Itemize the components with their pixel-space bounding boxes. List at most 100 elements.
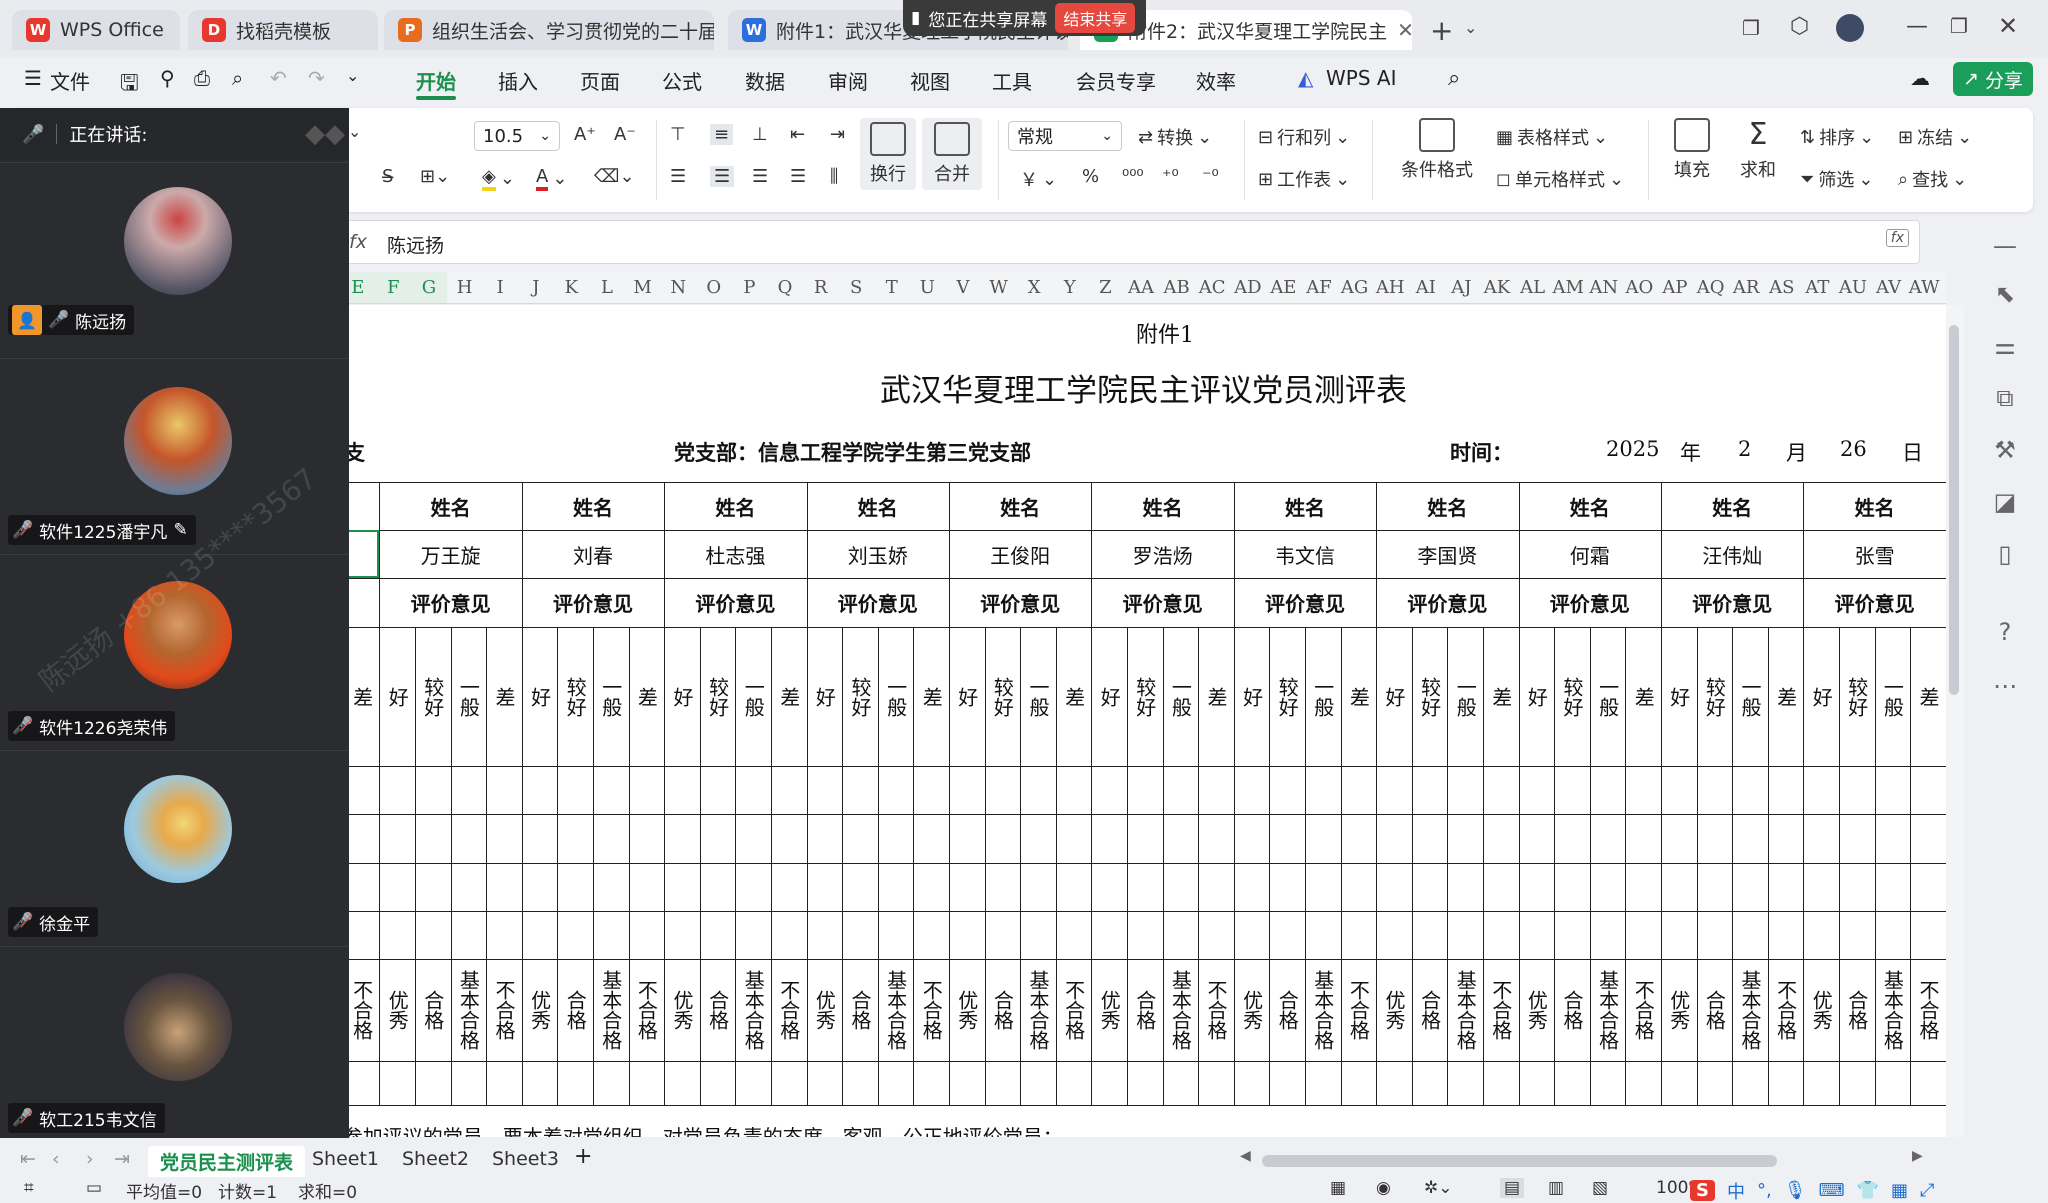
font-color-icon[interactable]: A ⌄ [536, 166, 567, 191]
collapse-icon[interactable]: — [1988, 232, 2022, 266]
column-header[interactable]: T [874, 272, 910, 303]
minimize-icon[interactable]: — [1906, 14, 1928, 39]
expand-icon[interactable]: ⤢ [1920, 1180, 1934, 1201]
menu-insert[interactable]: 插入 [498, 66, 538, 95]
wrap-text-button[interactable]: 换行 [860, 118, 916, 190]
grid-tools-icon[interactable]: ▦ [1891, 1180, 1908, 1201]
decrease-decimal-icon[interactable]: ⁻⁰ [1202, 166, 1219, 187]
sort-button[interactable]: ⇅ 排序 ⌄ [1800, 124, 1874, 150]
undo-icon[interactable]: ↶ [270, 66, 287, 90]
chart-icon[interactable]: ◪ [1988, 488, 2022, 522]
print-icon[interactable]: ⎙ [194, 66, 210, 90]
align-left-icon[interactable]: ☰ [670, 166, 686, 187]
name-cell[interactable]: 刘春 [522, 530, 664, 578]
column-header[interactable]: AA [1123, 272, 1159, 303]
find-button[interactable]: ⌕ 查找 ⌄ [1898, 166, 1967, 192]
cloud-upload-icon[interactable]: ☁ [1910, 66, 1930, 90]
column-header[interactable]: X [1016, 272, 1052, 303]
expand-formula-icon[interactable]: fx [1885, 229, 1909, 247]
column-header[interactable]: G [411, 272, 447, 303]
column-header[interactable]: AG [1337, 272, 1373, 303]
vertical-scroll-thumb[interactable] [1949, 325, 1959, 695]
column-header[interactable]: AB [1159, 272, 1195, 303]
column-header[interactable]: U [910, 272, 946, 303]
column-header[interactable]: AM [1550, 272, 1586, 303]
name-cell[interactable]: 张雪 [1803, 530, 1945, 578]
keyboard-icon[interactable]: ⌨ [1819, 1180, 1845, 1201]
participant-tile[interactable]: 🎤̸ 软件1225潘宇凡 ✎ [0, 358, 349, 553]
column-header[interactable]: AJ [1444, 272, 1480, 303]
justify-icon[interactable]: ☰ [790, 166, 806, 187]
spreadsheet-grid[interactable]: 附件1 武汉华夏理工学院民主评议党员测评表 支 党支部：信息工程学院学生第三党支… [340, 305, 1946, 1137]
restore-icon[interactable]: ❐ [1950, 14, 1968, 38]
column-header[interactable]: AU [1835, 272, 1871, 303]
clear-format-icon[interactable]: ⌫⌄ [594, 166, 635, 187]
menu-efficiency[interactable]: 效率 [1196, 66, 1236, 95]
cell-style-button[interactable]: ◻ 单元格样式 ⌄ [1496, 166, 1624, 192]
participant-tile[interactable]: 🎤̸ 软工215韦文信 [0, 946, 349, 1141]
page-break-icon[interactable]: ▧ [1592, 1178, 1608, 1198]
filter-button[interactable]: ⏷ 筛选 ⌄ [1800, 166, 1874, 192]
column-header[interactable]: AP [1657, 272, 1693, 303]
column-header[interactable]: AN [1586, 272, 1622, 303]
quick-access-chevron-icon[interactable]: ⌄ [346, 66, 359, 85]
column-header[interactable]: AS [1764, 272, 1800, 303]
column-header[interactable]: AK [1479, 272, 1515, 303]
menu-tools[interactable]: 工具 [992, 66, 1032, 95]
print-preview-icon[interactable]: ⌕ [232, 66, 243, 90]
column-header[interactable]: F [375, 272, 412, 303]
last-sheet-icon[interactable]: ⇥ [114, 1148, 130, 1170]
column-header[interactable]: M [625, 272, 661, 303]
name-cell[interactable]: 万王旋 [379, 530, 521, 578]
name-cell[interactable]: 杜志强 [664, 530, 806, 578]
column-header[interactable]: P [732, 272, 768, 303]
menu-start[interactable]: 开始 [416, 66, 456, 95]
punctuation-icon[interactable]: °, [1757, 1180, 1772, 1201]
column-header[interactable]: Z [1088, 272, 1124, 303]
chevron-down-icon[interactable]: ⌄ [1464, 18, 1477, 37]
cube-icon[interactable]: ⬡ [1790, 14, 1809, 39]
column-header[interactable]: AV [1871, 272, 1907, 303]
font-size-select[interactable]: 10.5 ⌄ [474, 121, 560, 151]
font-name-chevron-icon[interactable]: ⌄ [348, 122, 361, 141]
column-header[interactable]: AD [1230, 272, 1266, 303]
decrease-font-icon[interactable]: A⁻ [614, 124, 636, 145]
increase-indent-icon[interactable]: ⇥ [830, 124, 845, 145]
currency-button[interactable]: ￥ ⌄ [1020, 166, 1057, 192]
align-center-icon[interactable]: ☰ [710, 166, 735, 187]
column-header[interactable]: R [803, 272, 839, 303]
column-header[interactable]: Y [1052, 272, 1088, 303]
name-cell[interactable]: 李国贤 [1376, 530, 1518, 578]
fill-button[interactable]: 填充 [1664, 118, 1720, 182]
menu-wps-ai[interactable]: WPS AI [1326, 66, 1396, 90]
eye-icon[interactable]: ◉ [1376, 1178, 1391, 1198]
column-header[interactable]: AH [1372, 272, 1408, 303]
number-format-select[interactable]: 常规 ⌄ [1008, 121, 1122, 151]
menu-review[interactable]: 审阅 [828, 66, 868, 95]
menu-member[interactable]: 会员专享 [1076, 66, 1156, 95]
column-header[interactable]: AW [1906, 272, 1942, 303]
column-header[interactable]: H [447, 272, 483, 303]
align-right-icon[interactable]: ☰ [752, 166, 768, 187]
strikethrough-icon[interactable]: S̶ [382, 166, 393, 187]
redo-icon[interactable]: ↷ [308, 66, 325, 90]
column-header[interactable]: O [696, 272, 732, 303]
sheet-tab-sheet3[interactable]: Sheet3 [480, 1146, 571, 1172]
column-header[interactable]: AT [1800, 272, 1836, 303]
column-header[interactable]: V [945, 272, 981, 303]
table-view-icon[interactable]: ▦ [1330, 1178, 1346, 1198]
freeze-button[interactable]: ⊞ 冻结 ⌄ [1898, 124, 1972, 150]
formula-bar[interactable]: fx 陈远扬 fx [340, 220, 1920, 264]
horizontal-scroll-thumb[interactable] [1262, 1155, 1777, 1167]
hamburger-icon[interactable]: ☰ [24, 66, 42, 90]
align-top-icon[interactable]: ⊤ [670, 124, 686, 145]
sogou-ime-icon[interactable]: S [1690, 1180, 1715, 1201]
column-header[interactable]: AL [1515, 272, 1551, 303]
column-header[interactable]: N [660, 272, 696, 303]
microphone-icon[interactable]: 🎙 [1784, 1180, 1807, 1201]
link-icon[interactable]: ⚲ [160, 66, 175, 90]
vertical-scrollbar[interactable] [1946, 305, 1964, 1137]
column-header[interactable]: AE [1266, 272, 1302, 303]
scroll-left-icon[interactable]: ◀ [1240, 1148, 1251, 1164]
name-cell[interactable]: 罗浩炀 [1091, 530, 1233, 578]
